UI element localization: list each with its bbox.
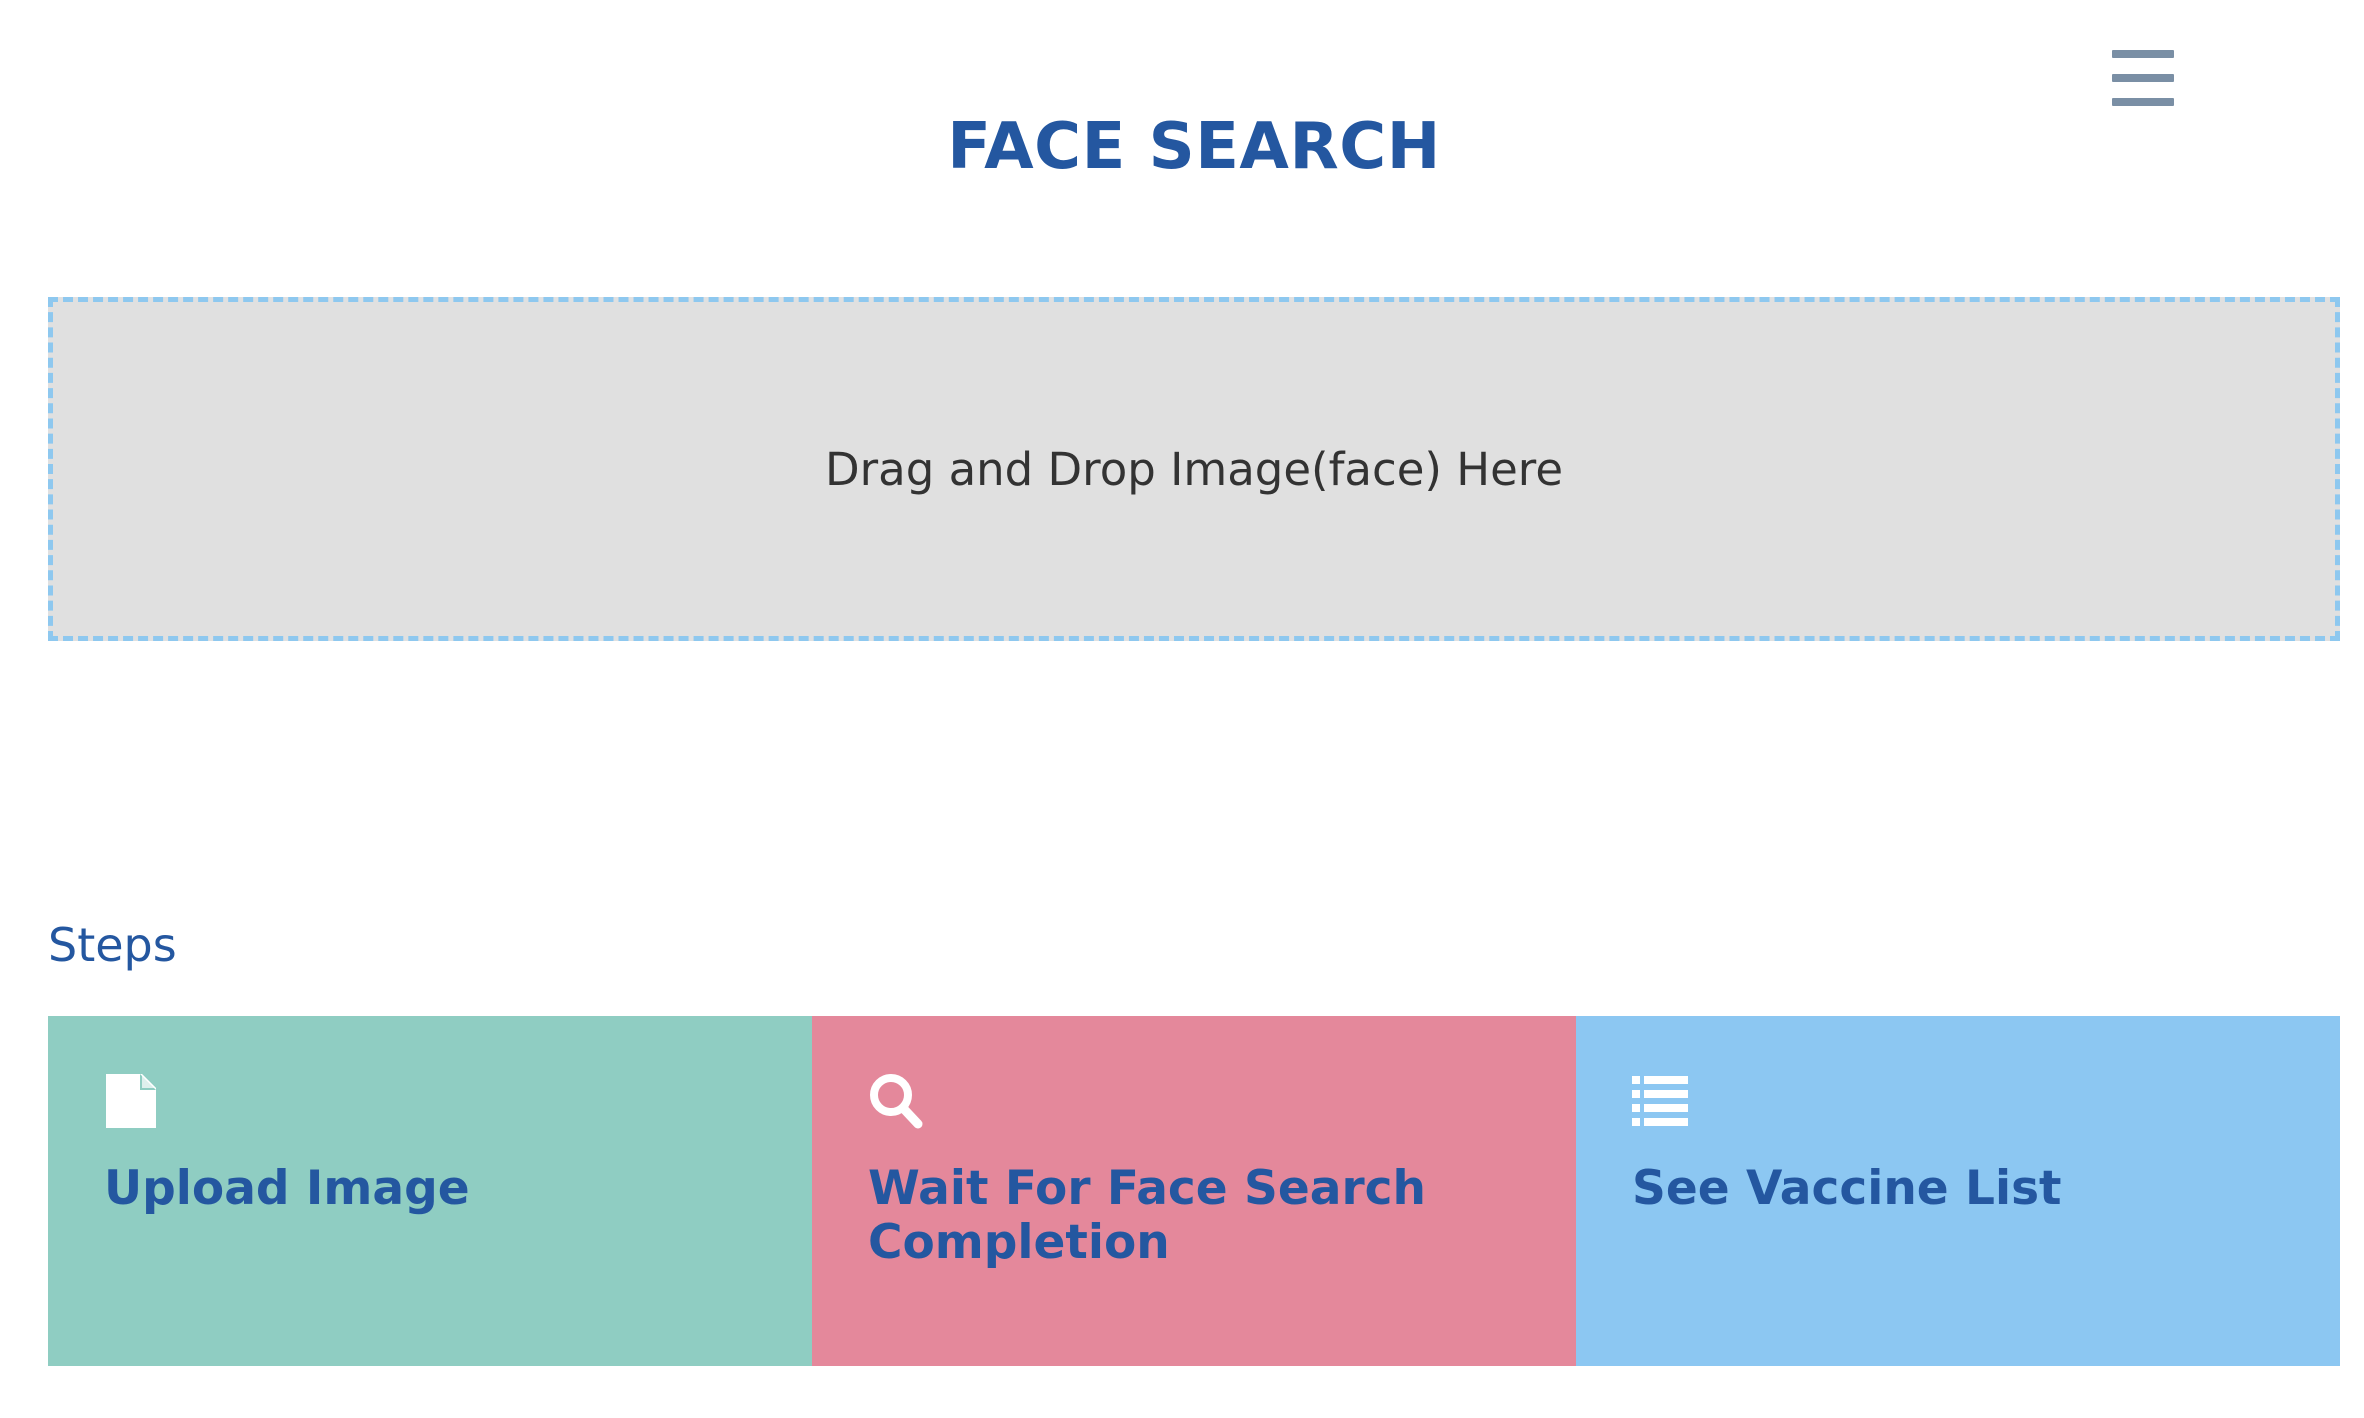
hamburger-menu-icon[interactable] bbox=[2112, 50, 2174, 106]
page-title: FACE SEARCH bbox=[947, 110, 1441, 184]
file-icon bbox=[106, 1074, 156, 1128]
menu-bar bbox=[2112, 50, 2174, 58]
step-card-upload-image: Upload Image bbox=[48, 1016, 812, 1366]
image-dropzone[interactable]: Drag and Drop Image(face) Here bbox=[48, 297, 2340, 641]
list-icon bbox=[1632, 1076, 1688, 1126]
menu-bar bbox=[2112, 98, 2174, 106]
dropzone-label: Drag and Drop Image(face) Here bbox=[824, 442, 1564, 496]
step-card-wait-for-search: Wait For Face Search Completion bbox=[812, 1016, 1576, 1366]
step-label: Upload Image bbox=[104, 1161, 470, 1216]
step-label: Wait For Face Search Completion bbox=[868, 1161, 1426, 1270]
steps-row: Upload Image Wait For Face Search Comple… bbox=[48, 1016, 2340, 1366]
step-label: See Vaccine List bbox=[1632, 1161, 2062, 1216]
step-card-see-vaccine-list: See Vaccine List bbox=[1576, 1016, 2340, 1366]
page: FACE SEARCH Drag and Drop Image(face) He… bbox=[0, 0, 2364, 1418]
steps-heading: Steps bbox=[48, 918, 177, 972]
search-icon bbox=[870, 1074, 923, 1129]
menu-bar bbox=[2112, 74, 2174, 82]
